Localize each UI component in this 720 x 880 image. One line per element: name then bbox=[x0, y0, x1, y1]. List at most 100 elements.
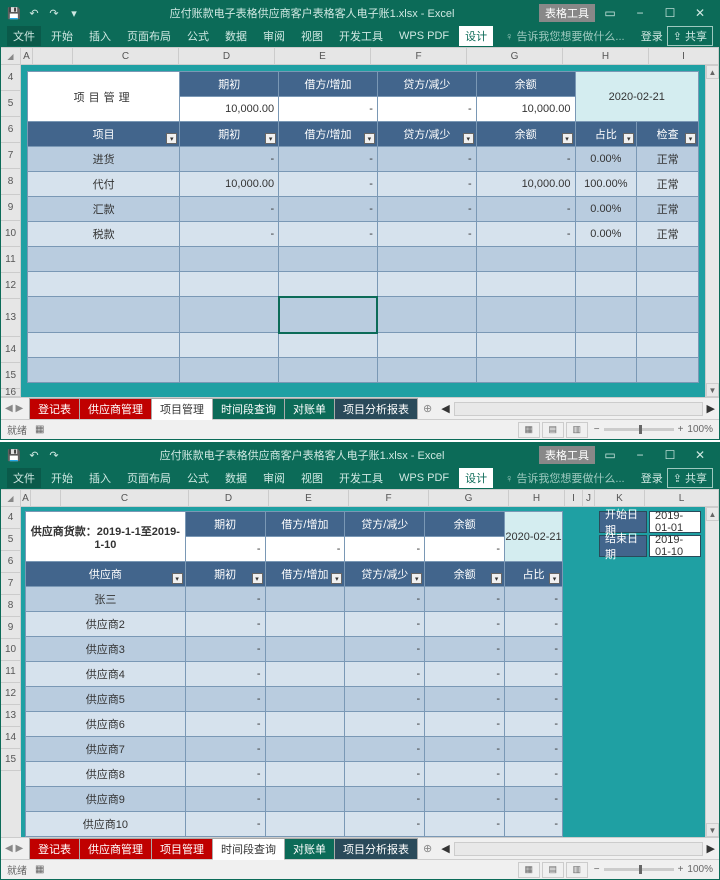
cell[interactable]: - bbox=[345, 787, 425, 812]
login-link[interactable]: 登录 bbox=[641, 28, 663, 44]
cell[interactable]: - bbox=[279, 172, 378, 197]
cell[interactable] bbox=[637, 297, 699, 333]
rowh[interactable]: 14 bbox=[1, 727, 21, 749]
rowh[interactable]: 12 bbox=[1, 273, 21, 299]
cell[interactable]: 供应商9 bbox=[26, 787, 186, 812]
view-break-icon[interactable]: ▥ bbox=[566, 862, 588, 878]
cell[interactable]: 代付 bbox=[28, 172, 180, 197]
colh-C[interactable]: C bbox=[73, 48, 179, 64]
cell[interactable]: - bbox=[185, 762, 265, 787]
colh-B[interactable] bbox=[31, 490, 61, 506]
cell[interactable]: - bbox=[185, 812, 265, 837]
colh-H[interactable]: H bbox=[563, 48, 649, 64]
stab[interactable]: 供应商管理 bbox=[79, 398, 152, 419]
view-break-icon[interactable]: ▥ bbox=[566, 422, 588, 438]
stab-active[interactable]: 项目管理 bbox=[151, 398, 213, 420]
undo-icon[interactable]: ↶ bbox=[25, 4, 43, 22]
cell[interactable]: 0.00% bbox=[575, 222, 637, 247]
filter-icon[interactable]: ▾ bbox=[364, 133, 375, 144]
col-hdr[interactable]: 借方/增加▾ bbox=[279, 122, 378, 147]
stab[interactable]: 项目分析报表 bbox=[334, 838, 418, 859]
rowh[interactable]: 8 bbox=[1, 595, 21, 617]
cell[interactable]: - bbox=[185, 712, 265, 737]
colh-J[interactable]: J bbox=[583, 490, 595, 506]
start-date-value[interactable]: 2019-01-01 bbox=[649, 511, 701, 533]
maximize-icon[interactable]: ☐ bbox=[655, 3, 685, 23]
cell[interactable]: 供应商2 bbox=[26, 612, 186, 637]
select-all[interactable]: ◢ bbox=[1, 490, 21, 506]
hscrollbar[interactable]: ◀▶ bbox=[437, 402, 719, 416]
sum-val[interactable]: - bbox=[425, 537, 505, 562]
share-button[interactable]: ⇪共享 bbox=[667, 26, 713, 46]
cell[interactable]: - bbox=[377, 172, 476, 197]
cell[interactable]: - bbox=[425, 712, 505, 737]
cell[interactable] bbox=[180, 247, 279, 272]
tab-dev[interactable]: 开发工具 bbox=[333, 468, 389, 488]
cell[interactable]: - bbox=[425, 612, 505, 637]
cell[interactable]: - bbox=[345, 587, 425, 612]
cell[interactable] bbox=[265, 687, 345, 712]
cell[interactable] bbox=[28, 297, 180, 333]
tab-wps[interactable]: WPS PDF bbox=[393, 28, 455, 44]
col-hdr[interactable]: 项目▾ bbox=[28, 122, 180, 147]
login-link[interactable]: 登录 bbox=[641, 470, 663, 486]
ribbon-opts-icon[interactable]: ▭ bbox=[595, 3, 625, 23]
cell[interactable] bbox=[279, 297, 378, 333]
tab-layout[interactable]: 页面布局 bbox=[121, 468, 177, 488]
filter-icon[interactable]: ▾ bbox=[172, 573, 183, 584]
stab-active[interactable]: 时间段查询 bbox=[212, 838, 285, 860]
cell[interactable] bbox=[476, 333, 575, 358]
rowh[interactable]: 5 bbox=[1, 529, 21, 551]
tab-design[interactable]: 设计 bbox=[459, 26, 493, 46]
cell[interactable]: - bbox=[505, 712, 563, 737]
colh-C[interactable]: C bbox=[61, 490, 189, 506]
filter-icon[interactable]: ▾ bbox=[491, 573, 502, 584]
col-hdr[interactable]: 贷方/减少▾ bbox=[377, 122, 476, 147]
cell[interactable]: - bbox=[345, 737, 425, 762]
cell[interactable]: 供应商7 bbox=[26, 737, 186, 762]
cell[interactable]: - bbox=[505, 612, 563, 637]
tab-nav[interactable]: ◀ ▶ bbox=[5, 403, 23, 414]
cell[interactable]: 税款 bbox=[28, 222, 180, 247]
view-normal-icon[interactable]: ▦ bbox=[518, 862, 540, 878]
cell[interactable]: - bbox=[185, 687, 265, 712]
cell[interactable] bbox=[476, 358, 575, 383]
sum-val[interactable]: 10,000.00 bbox=[180, 97, 279, 122]
colh-L[interactable]: L bbox=[645, 490, 719, 506]
colh-E[interactable]: E bbox=[275, 48, 371, 64]
close-icon[interactable]: ✕ bbox=[685, 3, 715, 23]
macro-icon[interactable]: ▦ bbox=[35, 424, 44, 435]
tell-me[interactable]: ♀ 告诉我您想要做什么... bbox=[505, 28, 624, 44]
rowh[interactable]: 13 bbox=[1, 705, 21, 727]
cell[interactable]: - bbox=[505, 737, 563, 762]
tab-insert[interactable]: 插入 bbox=[83, 468, 117, 488]
rowh[interactable]: 15 bbox=[1, 363, 21, 389]
cell[interactable]: - bbox=[425, 637, 505, 662]
filter-icon[interactable]: ▾ bbox=[166, 133, 177, 144]
colh-A[interactable]: A bbox=[21, 48, 33, 64]
tab-nav[interactable]: ◀ ▶ bbox=[5, 843, 23, 854]
rowh[interactable]: 10 bbox=[1, 639, 21, 661]
cell[interactable]: - bbox=[345, 612, 425, 637]
filter-icon[interactable]: ▾ bbox=[331, 573, 342, 584]
cell[interactable] bbox=[28, 333, 180, 358]
stab[interactable]: 时间段查询 bbox=[212, 398, 285, 419]
select-all[interactable]: ◢ bbox=[1, 48, 21, 64]
tab-formula[interactable]: 公式 bbox=[181, 26, 215, 46]
cell[interactable]: - bbox=[180, 197, 279, 222]
filter-icon[interactable]: ▾ bbox=[562, 133, 573, 144]
cell[interactable] bbox=[377, 297, 476, 333]
cell[interactable] bbox=[377, 333, 476, 358]
cell[interactable]: - bbox=[279, 147, 378, 172]
cell[interactable] bbox=[377, 272, 476, 297]
cell[interactable]: - bbox=[425, 687, 505, 712]
col-hdr[interactable]: 贷方/减少▾ bbox=[345, 562, 425, 587]
cell[interactable]: 100.00% bbox=[575, 172, 637, 197]
cell[interactable] bbox=[377, 358, 476, 383]
stab[interactable]: 项目管理 bbox=[151, 838, 213, 859]
rowh[interactable]: 5 bbox=[1, 91, 21, 117]
tab-review[interactable]: 审阅 bbox=[257, 26, 291, 46]
cell[interactable] bbox=[265, 662, 345, 687]
rowh[interactable]: 12 bbox=[1, 683, 21, 705]
sum-val[interactable]: 10,000.00 bbox=[476, 97, 575, 122]
